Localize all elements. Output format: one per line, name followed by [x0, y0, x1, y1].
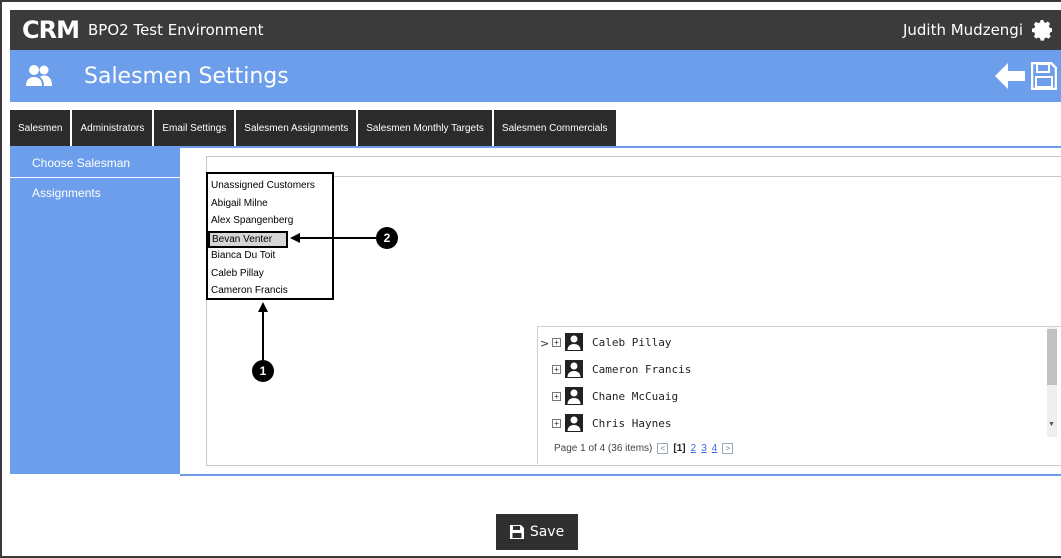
pager-current-page: [1] [673, 443, 686, 454]
user-name[interactable]: Judith Mudzengi [903, 21, 1023, 39]
pager-summary: Page 1 of 4 (36 items) [554, 443, 653, 454]
pager: Page 1 of 4 (36 items) < [1] 2 3 4 > [554, 443, 734, 454]
callout-2: 2 [376, 227, 398, 249]
table-row[interactable]: + Cameron Francis [552, 358, 691, 380]
settings-tabs: Salesmen Administrators Email Settings S… [10, 110, 616, 146]
avatar [565, 414, 583, 432]
user-icon [567, 389, 581, 404]
save-icon [509, 525, 524, 539]
avatar [565, 333, 583, 351]
next-page-icon[interactable]: > [722, 443, 734, 454]
sidebar-item-choose-salesman[interactable]: Choose Salesman [10, 148, 180, 178]
dropdown-option[interactable]: Abigail Milne [208, 196, 332, 214]
dropdown-option[interactable]: Cameron Francis [208, 283, 332, 301]
table-row[interactable]: + Caleb Pillay [552, 331, 671, 353]
user-icon [567, 416, 581, 431]
back-arrow-icon[interactable] [995, 63, 1025, 89]
dropdown-option-selected[interactable]: Bevan Venter [208, 230, 288, 248]
tab-administrators[interactable]: Administrators [72, 110, 153, 146]
prev-page-icon[interactable]: < [657, 443, 669, 454]
crm-logo: CRM [22, 16, 80, 44]
dropdown-option[interactable]: Caleb Pillay [208, 266, 332, 284]
table-row[interactable]: + Chane McCuaig [552, 385, 678, 407]
tab-salesmen[interactable]: Salesmen [10, 110, 71, 146]
gear-icon[interactable] [1031, 18, 1055, 42]
top-bar: CRM BPO2 Test Environment Judith Mudzeng… [10, 10, 1061, 50]
user-icon [567, 335, 581, 350]
users-icon [26, 65, 52, 86]
expand-icon[interactable]: + [552, 337, 561, 347]
save-icon[interactable] [1031, 62, 1057, 90]
scroll-down-icon[interactable]: ▼ [1048, 421, 1055, 428]
avatar [565, 360, 583, 378]
sidebar-item-assignments[interactable]: Assignments [10, 178, 180, 208]
sidebar: Choose Salesman Assignments [10, 148, 180, 474]
content-divider [180, 474, 1061, 476]
tab-email-settings[interactable]: Email Settings [154, 110, 235, 146]
user-icon [567, 362, 581, 377]
dropdown-option[interactable]: Bianca Du Toit [208, 248, 332, 266]
tab-salesmen-commercials[interactable]: Salesmen Commercials [493, 110, 616, 146]
row-name: Chane McCuaig [592, 389, 679, 403]
expand-icon[interactable]: + [552, 364, 561, 374]
row-name: Chris Haynes [592, 416, 672, 430]
salesman-dropdown-list[interactable]: Unassigned Customers Abigail Milne Alex … [206, 172, 334, 300]
tab-salesmen-assignments[interactable]: Salesmen Assignments [236, 110, 357, 146]
table-row[interactable]: + Chris Haynes [552, 412, 671, 434]
save-button[interactable]: Save [496, 514, 578, 550]
grid-scrollbar[interactable]: ▼ [1047, 327, 1057, 437]
page-header: Salesmen Settings [10, 50, 1061, 102]
assignments-grid: > + Caleb Pillay + Cameron Francis + Cha… [537, 326, 1061, 464]
environment-title: BPO2 Test Environment [88, 21, 264, 39]
row-name: Caleb Pillay [592, 335, 672, 349]
salesman-select-field[interactable] [206, 176, 1061, 177]
dropdown-option[interactable]: Unassigned Customers [208, 178, 332, 196]
page-title: Salesmen Settings [84, 64, 289, 89]
pager-page-link[interactable]: 3 [701, 443, 707, 454]
callout-1: 1 [252, 360, 274, 382]
save-button-label: Save [529, 524, 565, 540]
pager-page-link[interactable]: 2 [691, 443, 697, 454]
expand-icon[interactable]: + [552, 391, 561, 401]
row-pointer: > [540, 337, 550, 350]
pager-page-link[interactable]: 4 [712, 443, 718, 454]
avatar [565, 387, 583, 405]
scroll-thumb[interactable] [1047, 329, 1057, 385]
row-name: Cameron Francis [592, 362, 692, 376]
dropdown-option[interactable]: Alex Spangenberg [208, 213, 332, 231]
expand-icon[interactable]: + [552, 418, 561, 428]
tab-salesmen-monthly-targets[interactable]: Salesmen Monthly Targets [358, 110, 492, 146]
